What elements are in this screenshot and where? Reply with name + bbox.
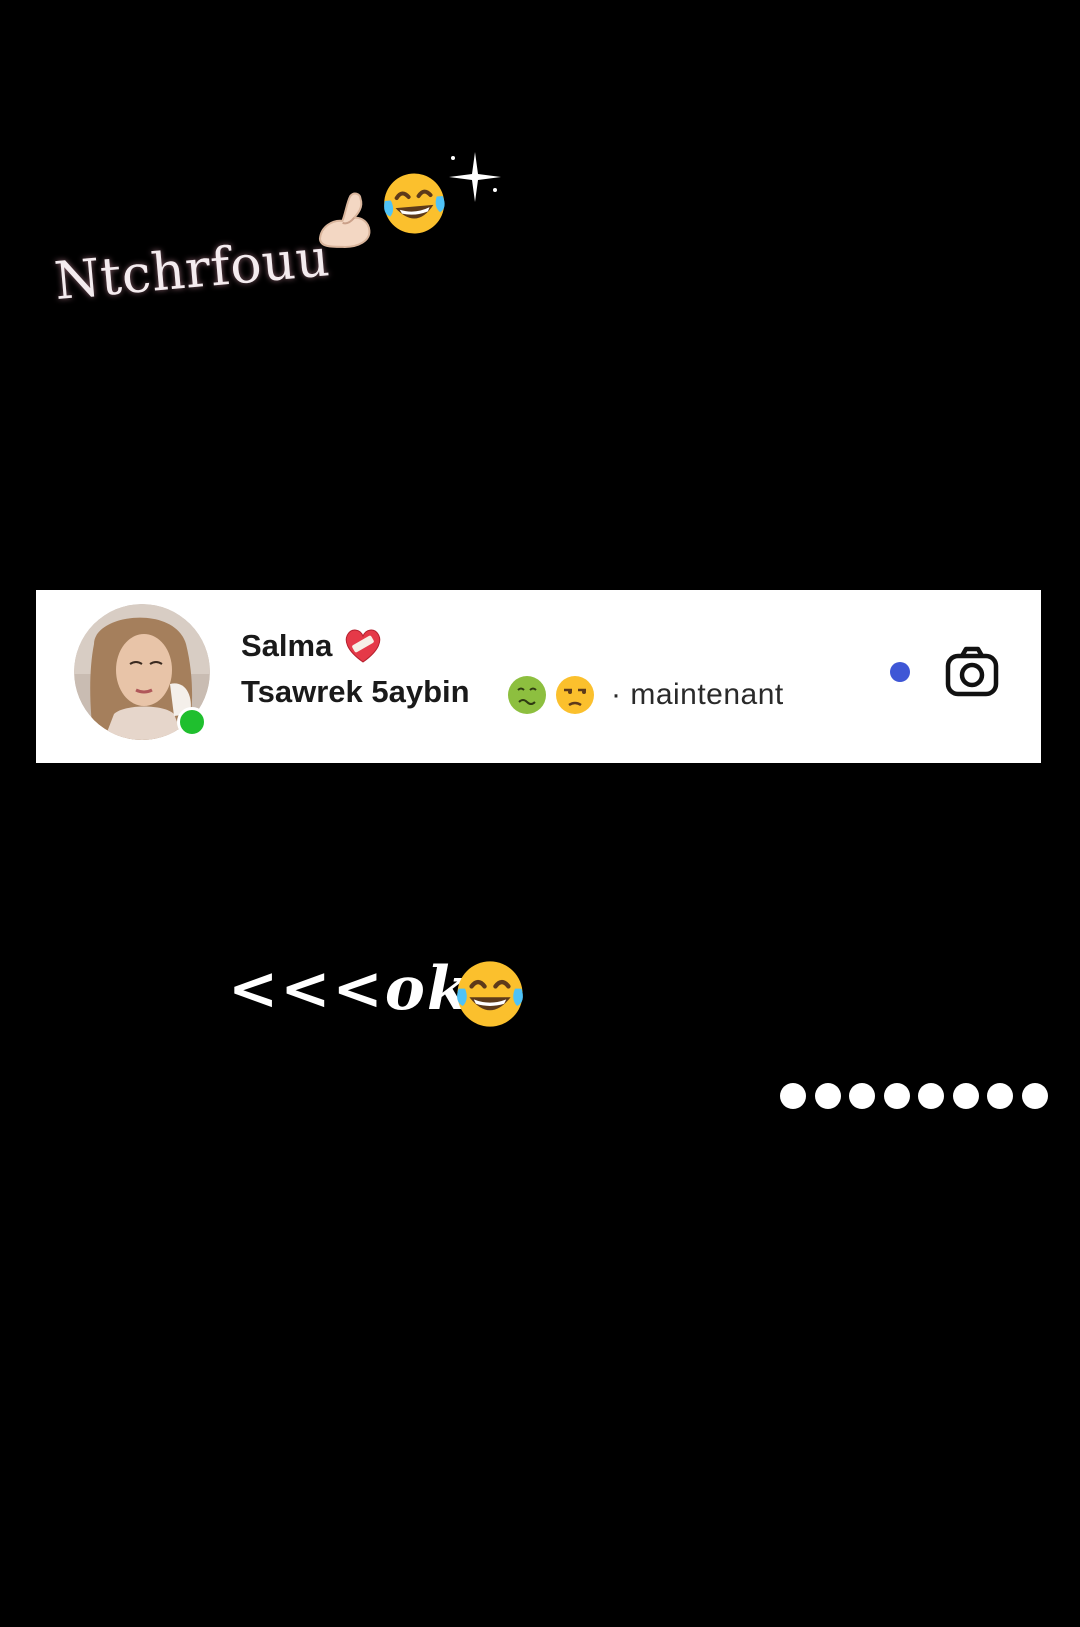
face-with-tears-of-joy-icon (384, 173, 445, 234)
top-caption-text: Ntchrfouu (52, 228, 333, 313)
dot (987, 1083, 1013, 1109)
dot (814, 1083, 841, 1109)
sparkles-icon (449, 152, 501, 202)
camera-icon[interactable] (944, 644, 1000, 700)
dot (780, 1083, 806, 1109)
message-notification[interactable]: Salma Tsawrek 5aybin · maintenant (36, 590, 1041, 763)
sender-name: Salma (241, 628, 333, 663)
message-preview: Tsawrek 5aybin (241, 674, 470, 709)
bottom-caption: <<<ok (228, 954, 548, 1044)
bottom-caption-text: <<<ok (228, 954, 471, 1024)
unamused-face-icon (556, 676, 594, 714)
message-time: · maintenant (611, 678, 784, 711)
dot (952, 1083, 979, 1109)
pinching-hand-icon (318, 192, 371, 248)
nauseated-face-icon (508, 676, 546, 714)
unread-indicator (890, 662, 910, 682)
dot (918, 1083, 944, 1109)
online-status-dot (177, 707, 207, 737)
mending-heart-icon (345, 629, 381, 663)
dot (883, 1083, 910, 1109)
face-with-tears-of-joy-icon (457, 961, 523, 1027)
dot (849, 1083, 875, 1109)
dot (1021, 1083, 1048, 1109)
avatar-container[interactable] (74, 604, 210, 740)
dots-row (780, 1083, 1060, 1113)
